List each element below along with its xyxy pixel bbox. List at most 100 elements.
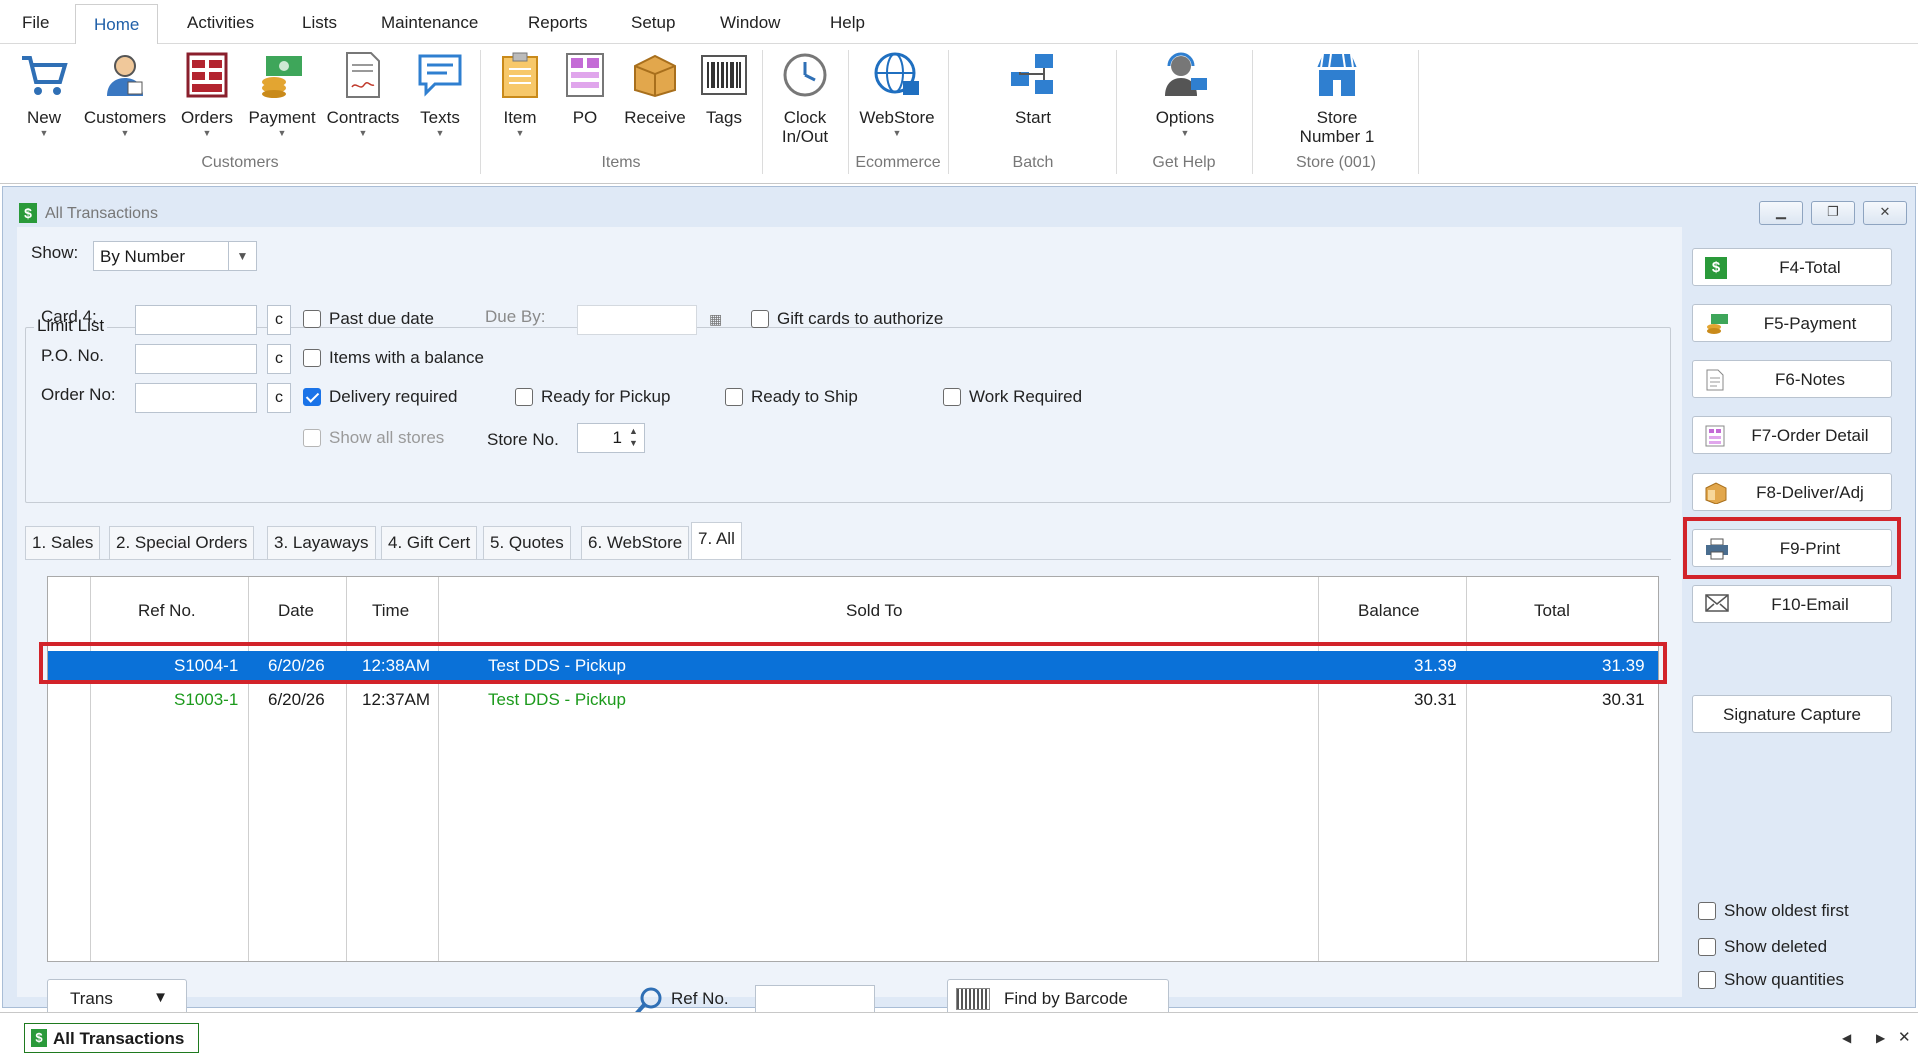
f5-payment-button[interactable]: F5-Payment — [1692, 304, 1892, 342]
tab-layaways[interactable]: 3. Layaways — [267, 526, 376, 560]
ribbon-orders-button[interactable]: Orders ▼ — [176, 50, 238, 139]
order-no-clear-button[interactable]: c — [267, 383, 291, 413]
po-clear-button[interactable]: c — [267, 344, 291, 374]
menu-window[interactable]: Window — [720, 13, 780, 33]
chevron-down-icon: ▼ — [120, 128, 130, 138]
ribbon-label: Tags — [706, 108, 742, 127]
work-required-label: Work Required — [969, 387, 1083, 406]
show-oldest-first-checkbox[interactable] — [1698, 902, 1716, 920]
ribbon-start-button[interactable]: Start — [1000, 50, 1066, 127]
table-row[interactable]: S1003-1 6/20/26 12:37AM Test DDS - Picku… — [48, 685, 1658, 715]
show-deleted-label: Show deleted — [1724, 937, 1828, 956]
ready-pickup-checkbox[interactable] — [515, 388, 533, 406]
taskbar-all-transactions[interactable]: $ All Transactions — [24, 1023, 199, 1053]
menu-help[interactable]: Help — [830, 13, 865, 33]
chevron-down-icon: ▼ — [892, 128, 902, 138]
ribbon-label: Options — [1155, 108, 1215, 127]
selected-row-highlight — [39, 642, 1667, 684]
show-all-stores-label: Show all stores — [329, 428, 445, 447]
ribbon-po-button[interactable]: PO — [560, 50, 610, 127]
window-title: All Transactions — [45, 205, 158, 222]
card4-input[interactable] — [135, 305, 257, 335]
ribbon-texts-button[interactable]: Texts ▼ — [410, 50, 470, 139]
close-icon[interactable]: ✕ — [1898, 1028, 1911, 1046]
tab-special-orders[interactable]: 2. Special Orders — [109, 526, 255, 560]
f4-total-button[interactable]: $ F4-Total — [1692, 248, 1892, 286]
ribbon-label: Texts — [420, 108, 460, 127]
menu-home[interactable]: Home — [75, 4, 159, 45]
f8-deliver-adj-label: F8-Deliver/Adj — [1756, 483, 1864, 502]
scroll-left-icon[interactable]: ◀ — [1842, 1031, 1851, 1045]
f7-order-detail-label: F7-Order Detail — [1751, 426, 1869, 445]
delivery-required-label: Delivery required — [329, 387, 458, 406]
column-header-total[interactable]: Total — [1534, 601, 1570, 621]
menu-activities[interactable]: Activities — [187, 13, 254, 33]
delivery-required-checkbox[interactable] — [303, 388, 321, 406]
ribbon-label: Item — [503, 108, 537, 127]
ribbon-new-button[interactable]: New ▼ — [16, 50, 72, 139]
column-header-balance[interactable]: Balance — [1358, 601, 1419, 621]
column-header-ref-no[interactable]: Ref No. — [138, 601, 196, 621]
f6-notes-button[interactable]: F6-Notes — [1692, 360, 1892, 398]
column-header-time[interactable]: Time — [372, 601, 409, 621]
tab-all[interactable]: 7. All — [691, 522, 742, 560]
show-quantities-checkbox[interactable] — [1698, 971, 1716, 989]
menu-reports[interactable]: Reports — [528, 13, 588, 33]
column-header-sold-to[interactable]: Sold To — [846, 601, 902, 621]
ribbon-contracts-button[interactable]: Contracts ▼ — [322, 50, 404, 139]
items-balance-checkbox[interactable] — [303, 349, 321, 367]
column-divider — [1466, 577, 1467, 961]
signature-capture-button[interactable]: Signature Capture — [1692, 695, 1892, 733]
f8-deliver-adj-button[interactable]: F8-Deliver/Adj — [1692, 473, 1892, 511]
notes-icon — [1705, 369, 1727, 391]
gift-cards-checkbox[interactable] — [751, 310, 769, 328]
show-select[interactable]: By Number ▼ — [93, 241, 257, 271]
past-due-checkbox[interactable] — [303, 310, 321, 328]
menu-maintenance[interactable]: Maintenance — [381, 13, 478, 33]
spinner-arrows-icon[interactable]: ▲ ▼ — [629, 425, 638, 449]
tab-sales[interactable]: 1. Sales — [25, 526, 101, 560]
column-header-date[interactable]: Date — [278, 601, 314, 621]
due-by-label: Due By: — [485, 307, 546, 326]
ribbon-group-store: Store (001) — [1295, 154, 1377, 171]
order-no-input[interactable] — [135, 383, 257, 413]
tab-gift-cert[interactable]: 4. Gift Cert — [381, 526, 478, 560]
due-by-input[interactable] — [577, 305, 697, 335]
work-required-checkbox[interactable] — [943, 388, 961, 406]
show-deleted-checkbox[interactable] — [1698, 938, 1716, 956]
show-all-stores-checkbox[interactable] — [303, 429, 321, 447]
all-transactions-window: $ All Transactions ▁ ❐ ✕ Show: By Number… — [2, 186, 1916, 1019]
ribbon-options-button[interactable]: Options ▼ — [1146, 50, 1224, 139]
ready-ship-checkbox[interactable] — [725, 388, 743, 406]
chevron-down-icon: ▼ — [1180, 128, 1190, 138]
ribbon-label: New — [26, 108, 61, 127]
ribbon-customers-button[interactable]: Customers ▼ — [78, 50, 172, 139]
f7-order-detail-button[interactable]: F7-Order Detail — [1692, 416, 1892, 454]
tab-quotes[interactable]: 5. Quotes — [483, 526, 571, 560]
support-icon — [1160, 50, 1210, 100]
show-label: Show: — [31, 243, 79, 262]
menu-file[interactable]: File — [22, 13, 49, 33]
menu-setup[interactable]: Setup — [631, 13, 675, 33]
menu-lists[interactable]: Lists — [302, 13, 337, 33]
tab-webstore[interactable]: 6. WebStore — [581, 526, 690, 560]
ribbon-tags-button[interactable]: Tags — [696, 50, 752, 127]
ribbon-clock-button[interactable]: Clock In/Out — [772, 50, 838, 146]
po-input[interactable] — [135, 344, 257, 374]
ribbon-group-ecommerce: Ecommerce — [855, 154, 941, 171]
card4-clear-button[interactable]: c — [267, 305, 291, 335]
ribbon-receive-button[interactable]: Receive — [614, 50, 696, 127]
f10-email-button[interactable]: F10-Email — [1692, 585, 1892, 623]
ribbon-item-button[interactable]: Item ▼ — [494, 50, 546, 139]
ribbon-webstore-button[interactable]: WebStore ▼ — [854, 50, 940, 139]
scroll-right-icon[interactable]: ▶ — [1876, 1031, 1885, 1045]
restore-button[interactable]: ❐ — [1811, 201, 1855, 225]
ribbon-store-button[interactable]: Store Number 1 — [1282, 50, 1392, 146]
ref-search-input[interactable] — [755, 985, 875, 1015]
close-button[interactable]: ✕ — [1863, 201, 1907, 225]
minimize-button[interactable]: ▁ — [1759, 201, 1803, 225]
ribbon-payment-button[interactable]: Payment ▼ — [242, 50, 322, 139]
trans-label: Trans — [70, 989, 113, 1008]
calendar-icon[interactable]: ▦ — [709, 311, 722, 328]
window-titlebar[interactable]: $ All Transactions ▁ ❐ ✕ — [3, 187, 1915, 225]
